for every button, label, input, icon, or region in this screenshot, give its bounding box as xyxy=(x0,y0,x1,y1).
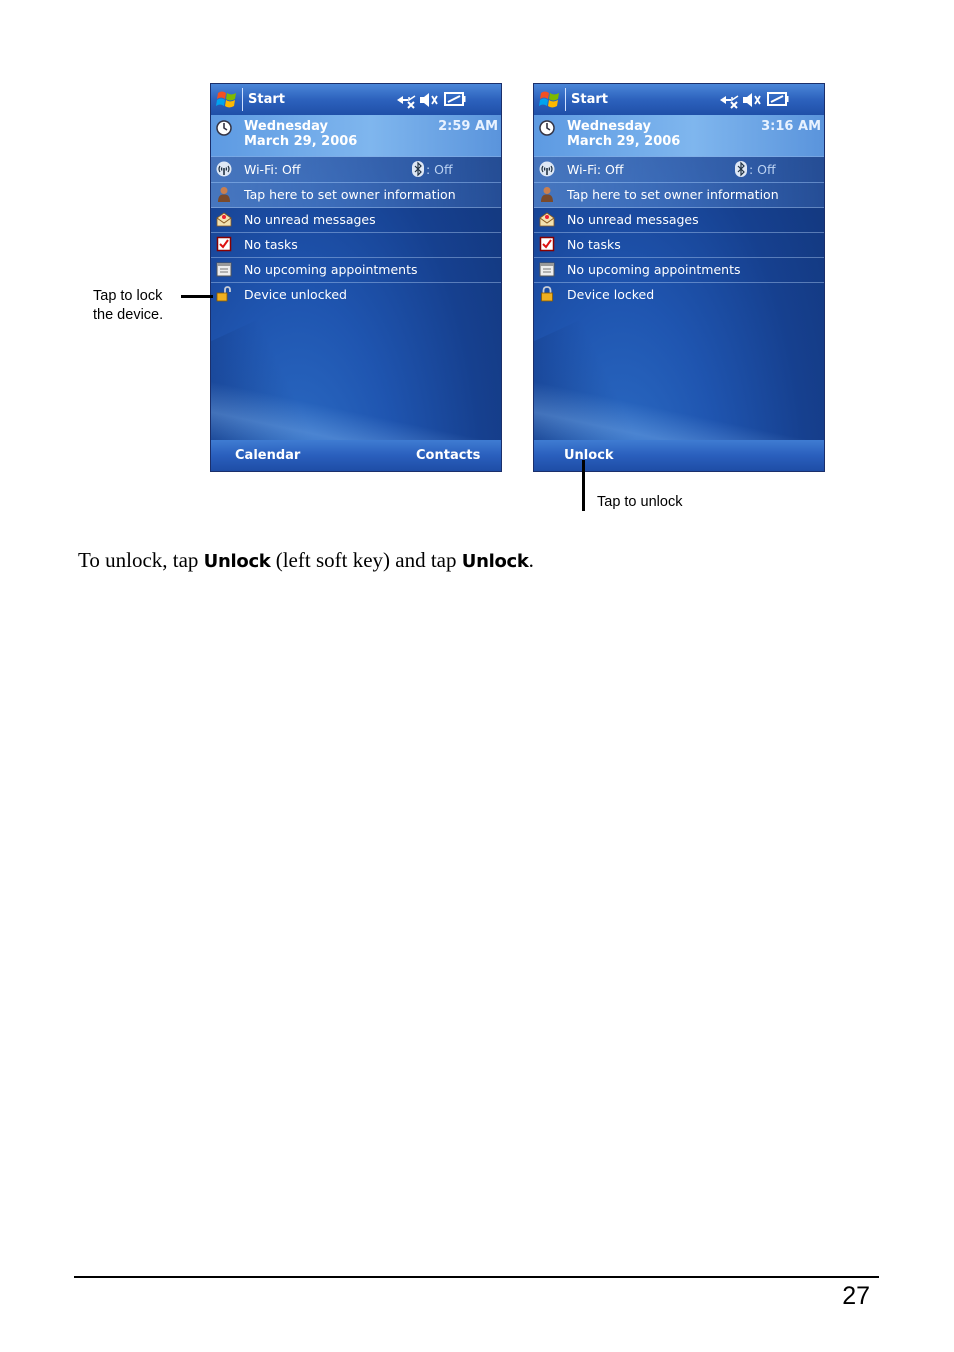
wifi-status: Wi-Fi: Off xyxy=(244,162,301,177)
lock-row[interactable]: Device unlocked xyxy=(211,282,501,308)
lock-callout-leader xyxy=(181,295,213,298)
day-label: Wednesday xyxy=(244,119,328,134)
contacts-soft-key[interactable]: Contacts xyxy=(416,448,480,463)
calendar-soft-key[interactable]: Calendar xyxy=(235,448,300,463)
tasks-row[interactable]: No tasks xyxy=(211,232,501,258)
wireless-row[interactable]: Wi-Fi: Off : Off xyxy=(211,156,501,183)
instruction-key1: Unlock xyxy=(203,551,271,572)
instruction-part3: . xyxy=(528,548,534,572)
tasks-row[interactable]: No tasks xyxy=(534,232,824,258)
soft-key-bar: Calendar Contacts xyxy=(211,440,501,471)
messages-row[interactable]: No unread messages xyxy=(534,207,824,233)
time-label: 2:59 AM xyxy=(438,119,498,134)
appointments-row[interactable]: No upcoming appointments xyxy=(534,257,824,283)
connectivity-icon[interactable] xyxy=(718,91,740,109)
lock-row[interactable]: Device locked xyxy=(534,282,824,308)
lock-status-text: Device unlocked xyxy=(244,287,347,302)
start-menu-label[interactable]: Start xyxy=(571,92,608,107)
connectivity-icon[interactable] xyxy=(395,91,417,109)
bluetooth-icon xyxy=(412,161,424,177)
battery-icon[interactable] xyxy=(444,91,466,107)
tasks-text: No tasks xyxy=(244,237,298,252)
footer-rule xyxy=(74,1276,879,1278)
soft-key-bar: Unlock xyxy=(534,440,824,471)
envelope-icon xyxy=(539,212,555,227)
date-row[interactable]: Wednesday March 29, 2006 2:59 AM xyxy=(211,115,501,157)
speaker-muted-icon[interactable] xyxy=(419,91,439,109)
windows-start-icon[interactable] xyxy=(539,89,561,110)
wireless-antenna-icon xyxy=(216,161,232,177)
pocketpc-today-screen-unlocked: Start Wednesday March 29, 2006 2:59 AM W… xyxy=(210,83,502,472)
wifi-status: Wi-Fi: Off xyxy=(567,162,624,177)
owner-person-icon xyxy=(541,187,553,202)
messages-text: No unread messages xyxy=(244,212,376,227)
battery-icon[interactable] xyxy=(767,91,789,107)
messages-text: No unread messages xyxy=(567,212,699,227)
start-menu-label[interactable]: Start xyxy=(248,92,285,107)
wireless-row[interactable]: Wi-Fi: Off : Off xyxy=(534,156,824,183)
page-number: 27 xyxy=(842,1282,870,1310)
title-bar: Start xyxy=(534,84,824,115)
date-label: March 29, 2006 xyxy=(567,134,681,149)
title-bar: Start xyxy=(211,84,501,115)
tasks-checkbox-icon xyxy=(216,236,232,252)
instruction-key2: Unlock xyxy=(461,551,529,572)
locked-padlock-icon[interactable] xyxy=(539,286,555,302)
owner-person-icon xyxy=(218,187,230,202)
lock-callout-line1: Tap to lock xyxy=(93,288,163,304)
clock-icon xyxy=(539,120,555,136)
tasks-checkbox-icon xyxy=(539,236,555,252)
unlock-instruction: To unlock, tap Unlock (left soft key) an… xyxy=(78,548,534,573)
unlock-callout: Tap to unlock xyxy=(597,494,683,510)
unlocked-padlock-icon[interactable] xyxy=(216,286,232,302)
instruction-part2: (left soft key) and tap xyxy=(270,548,462,572)
date-row[interactable]: Wednesday March 29, 2006 3:16 AM xyxy=(534,115,824,157)
bluetooth-icon xyxy=(735,161,747,177)
unlock-callout-leader xyxy=(582,460,585,511)
calendar-icon xyxy=(539,262,555,277)
owner-info-text: Tap here to set owner information xyxy=(567,187,779,202)
owner-info-text: Tap here to set owner information xyxy=(244,187,456,202)
instruction-part1: To unlock, tap xyxy=(78,548,204,572)
windows-start-icon[interactable] xyxy=(216,89,238,110)
owner-info-row[interactable]: Tap here to set owner information xyxy=(534,182,824,208)
day-label: Wednesday xyxy=(567,119,651,134)
lock-status-text: Device locked xyxy=(567,287,655,302)
clock-icon xyxy=(216,120,232,136)
unlock-soft-key[interactable]: Unlock xyxy=(564,448,614,463)
time-label: 3:16 AM xyxy=(761,119,821,134)
owner-info-row[interactable]: Tap here to set owner information xyxy=(211,182,501,208)
speaker-muted-icon[interactable] xyxy=(742,91,762,109)
tasks-text: No tasks xyxy=(567,237,621,252)
lock-callout-line2: the device. xyxy=(93,307,164,323)
messages-row[interactable]: No unread messages xyxy=(211,207,501,233)
envelope-icon xyxy=(216,212,232,227)
pocketpc-today-screen-locked: Start Wednesday March 29, 2006 3:16 AM W… xyxy=(533,83,825,472)
appointments-text: No upcoming appointments xyxy=(244,262,418,277)
wireless-antenna-icon xyxy=(539,161,555,177)
bluetooth-status: : Off xyxy=(749,162,776,177)
calendar-icon xyxy=(216,262,232,277)
lock-callout: Tap to lock the device. xyxy=(93,287,163,325)
date-label: March 29, 2006 xyxy=(244,134,358,149)
bluetooth-status: : Off xyxy=(426,162,453,177)
appointments-row[interactable]: No upcoming appointments xyxy=(211,257,501,283)
appointments-text: No upcoming appointments xyxy=(567,262,741,277)
